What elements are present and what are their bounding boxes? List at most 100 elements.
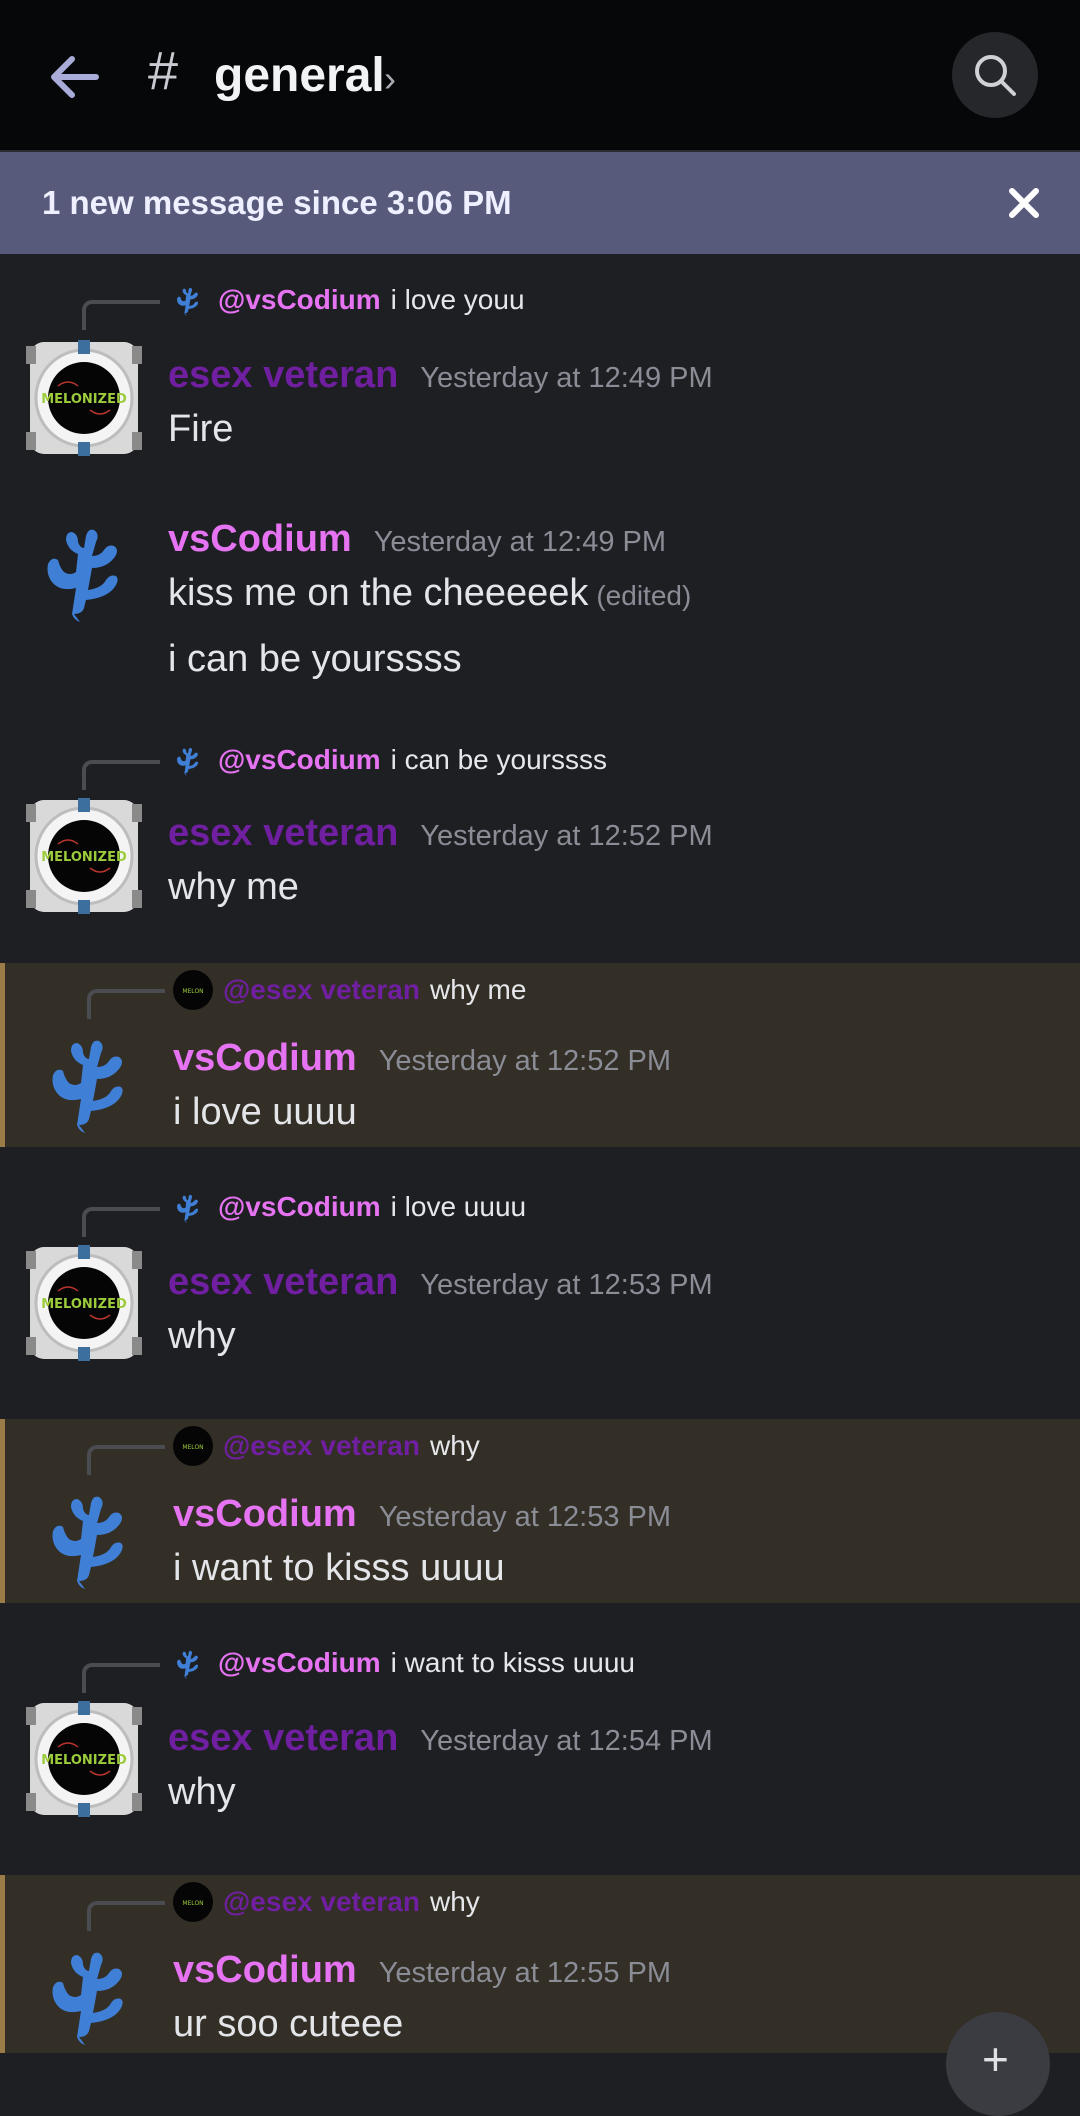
message-text: i can be yourssss xyxy=(168,638,462,680)
message[interactable]: @vsCodium i can be yourssss esex veteran… xyxy=(0,712,1080,940)
arrow-left-icon xyxy=(51,56,99,98)
avatar[interactable] xyxy=(24,1699,144,1819)
author-name[interactable]: vsCodium xyxy=(168,518,352,560)
new-messages-banner[interactable]: 1 new message since 3:06 PM xyxy=(0,152,1080,254)
author-name[interactable]: esex veteran xyxy=(168,812,398,854)
author-name[interactable]: vsCodium xyxy=(173,1037,357,1079)
author-name[interactable]: esex veteran xyxy=(168,1261,398,1303)
message-timestamp: Yesterday at 12:52 PM xyxy=(378,1045,672,1077)
reply-connector xyxy=(82,1663,160,1693)
reply-preview[interactable]: @vsCodium i love uuuu xyxy=(168,1185,526,1229)
message-highlighted[interactable]: @esex veteran why vsCodium Yesterday at 1… xyxy=(0,1875,1080,2053)
reply-mention[interactable]: @vsCodium xyxy=(218,284,381,316)
search-icon xyxy=(975,55,1016,96)
reply-text: i love uuuu xyxy=(390,1191,527,1222)
reply-preview[interactable]: @esex veteran why xyxy=(173,1424,480,1468)
message-timestamp: Yesterday at 12:53 PM xyxy=(420,1269,713,1301)
mini-avatar xyxy=(173,1426,213,1466)
reply-text: why xyxy=(429,1886,480,1917)
reply-preview[interactable]: @esex veteran why me xyxy=(173,968,526,1012)
reply-text: why me xyxy=(429,974,527,1005)
message-timestamp: Yesterday at 12:53 PM xyxy=(378,1501,672,1533)
reply-preview[interactable]: @vsCodium i can be yourssss xyxy=(168,738,607,782)
reply-connector xyxy=(87,1901,165,1931)
banner-close-button[interactable] xyxy=(1000,179,1048,227)
message-text: ur soo cuteee xyxy=(173,2003,404,2045)
avatar[interactable] xyxy=(24,338,144,458)
message-text: why me xyxy=(168,866,299,908)
reply-connector xyxy=(82,760,160,790)
message-timestamp: Yesterday at 12:55 PM xyxy=(378,1957,672,1989)
author-line: vsCodium Yesterday at 12:55 PM xyxy=(173,1949,671,1992)
message[interactable]: vsCodium Yesterday at 12:49 PM kiss me on… xyxy=(0,484,1080,712)
search-button[interactable] xyxy=(952,32,1038,118)
author-line: esex veteran Yesterday at 12:53 PM xyxy=(168,1261,713,1304)
message-line: kiss me on the cheeeeek xyxy=(168,572,589,614)
message-text: i love uuuu xyxy=(173,1091,357,1133)
author-name[interactable]: vsCodium xyxy=(173,1493,357,1535)
reply-mention[interactable]: @esex veteran xyxy=(223,974,420,1006)
reply-text: i love youu xyxy=(390,284,525,315)
top-app-bar: # general › xyxy=(0,0,1080,152)
reply-preview[interactable]: @vsCodium i love youu xyxy=(168,278,525,322)
avatar[interactable] xyxy=(29,1477,149,1597)
avatar[interactable] xyxy=(24,510,144,630)
reply-preview[interactable]: @esex veteran why xyxy=(173,1880,480,1924)
avatar[interactable] xyxy=(29,1933,149,2053)
reply-mention[interactable]: @esex veteran xyxy=(223,1430,420,1462)
author-line: esex veteran Yesterday at 12:54 PM xyxy=(168,1717,713,1760)
coral-icon xyxy=(168,1187,208,1227)
reply-text: i want to kisss uuuu xyxy=(390,1647,635,1678)
floating-action-button[interactable]: + xyxy=(946,2012,1050,2116)
reply-text: why xyxy=(429,1430,480,1461)
mini-avatar xyxy=(173,1882,213,1922)
message[interactable]: @vsCodium i love youu esex veteran Yester… xyxy=(0,254,1080,484)
message-highlighted[interactable]: @esex veteran why vsCodium Yesterday at 1… xyxy=(0,1419,1080,1603)
author-name[interactable]: esex veteran xyxy=(168,1717,398,1759)
message-text: Fire xyxy=(168,408,234,450)
reply-connector xyxy=(82,300,160,330)
reply-connector xyxy=(87,989,165,1019)
author-name[interactable]: esex veteran xyxy=(168,354,398,396)
reply-text: i can be yourssss xyxy=(390,744,607,775)
message-text: kiss me on the cheeeeek (edited) xyxy=(168,572,691,615)
avatar[interactable] xyxy=(29,1021,149,1141)
new-messages-text: 1 new message since 3:06 PM xyxy=(42,184,512,221)
reply-connector xyxy=(87,1445,165,1475)
reply-mention[interactable]: @vsCodium xyxy=(218,1191,381,1223)
reply-preview[interactable]: @vsCodium i want to kisss uuuu xyxy=(168,1641,635,1685)
author-line: vsCodium Yesterday at 12:49 PM xyxy=(168,518,666,561)
plus-icon: + xyxy=(982,2033,1009,2085)
message-text: i want to kisss uuuu xyxy=(173,1547,505,1589)
message-timestamp: Yesterday at 12:49 PM xyxy=(373,526,667,558)
message-highlighted[interactable]: @esex veteran why me vsCodium Yesterday a… xyxy=(0,963,1080,1147)
channel-title[interactable]: general xyxy=(214,48,385,103)
channel-hash-icon: # xyxy=(148,41,179,101)
coral-icon xyxy=(168,1643,208,1683)
reply-mention[interactable]: @vsCodium xyxy=(218,1647,381,1679)
mini-avatar xyxy=(173,970,213,1010)
coral-icon xyxy=(168,280,208,320)
close-icon xyxy=(1009,188,1039,218)
message-text: why xyxy=(168,1315,236,1357)
author-line: vsCodium Yesterday at 12:52 PM xyxy=(173,1037,671,1080)
author-name[interactable]: vsCodium xyxy=(173,1949,357,1991)
message-timestamp: Yesterday at 12:54 PM xyxy=(420,1725,713,1757)
coral-icon xyxy=(168,740,208,780)
avatar[interactable] xyxy=(24,1243,144,1363)
reply-mention[interactable]: @vsCodium xyxy=(218,744,381,776)
author-line: esex veteran Yesterday at 12:52 PM xyxy=(168,812,713,855)
edited-label: (edited) xyxy=(596,580,692,611)
back-button[interactable] xyxy=(40,42,110,112)
reply-mention[interactable]: @esex veteran xyxy=(223,1886,420,1918)
message-feed[interactable]: @vsCodium i love youu esex veteran Yester… xyxy=(0,254,1080,2053)
message-timestamp: Yesterday at 12:52 PM xyxy=(420,820,713,852)
message-timestamp: Yesterday at 12:49 PM xyxy=(420,362,713,394)
chevron-right-icon[interactable]: › xyxy=(384,58,396,100)
avatar[interactable] xyxy=(24,796,144,916)
author-line: esex veteran Yesterday at 12:49 PM xyxy=(168,354,713,397)
message-text: why xyxy=(168,1771,236,1813)
reply-connector xyxy=(82,1207,160,1237)
message[interactable]: @vsCodium i love uuuu esex veteran Yester… xyxy=(0,1147,1080,1417)
message[interactable]: @vsCodium i want to kisss uuuu esex vete… xyxy=(0,1603,1080,1873)
